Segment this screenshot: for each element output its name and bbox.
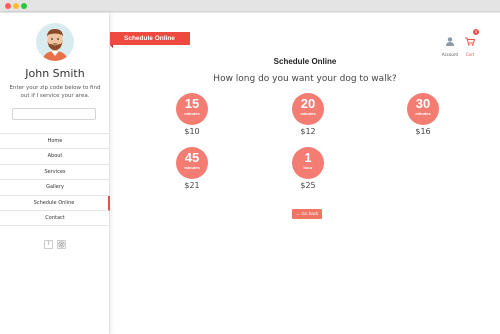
sidebar-nav: Home About Services Gallery Schedule Onl…	[0, 133, 110, 227]
duration-price: $16	[415, 127, 431, 136]
sidebar-item-services[interactable]: Services	[0, 165, 110, 181]
maximize-window-button[interactable]	[21, 3, 27, 9]
cart-button[interactable]: 0 Cart	[460, 29, 480, 57]
go-back-button[interactable]: ← Go back	[292, 209, 322, 219]
duration-unit: hour	[303, 165, 313, 170]
page-window: John Smith Enter your zip code below to …	[0, 13, 500, 334]
duration-amount: 20	[300, 96, 316, 111]
user-name: John Smith	[25, 67, 85, 80]
sidebar-item-schedule-online[interactable]: Schedule Online	[0, 195, 110, 211]
minimize-window-button[interactable]	[13, 3, 19, 9]
duration-amount: 15	[184, 96, 200, 111]
duration-amount: 45	[184, 150, 200, 165]
page-ribbon: Schedule Online	[110, 32, 190, 48]
duration-amount: 30	[415, 96, 431, 111]
sidebar-item-contact[interactable]: Contact	[0, 211, 110, 227]
cart-count-badge: 0	[473, 29, 479, 35]
duration-option-15-minutes[interactable]: 15 minutes $10	[172, 93, 212, 136]
duration-option-30-minutes[interactable]: 30 minutes $16	[403, 93, 443, 136]
duration-circle: 20 minutes	[292, 93, 324, 125]
page-title: Schedule Online	[273, 57, 337, 66]
duration-unit: minutes	[300, 111, 316, 116]
zip-code-input[interactable]	[12, 108, 96, 120]
duration-unit: minutes	[184, 111, 200, 116]
sidebar-item-home[interactable]: Home	[0, 134, 110, 150]
cart-icon	[465, 37, 476, 46]
duration-price: $12	[300, 127, 316, 136]
sidebar: John Smith Enter your zip code below to …	[0, 13, 110, 334]
account-button[interactable]: Account	[440, 33, 460, 57]
duration-unit: minutes	[184, 165, 200, 170]
instagram-icon[interactable]	[57, 240, 66, 249]
duration-circle: 30 minutes	[407, 93, 439, 125]
avatar	[36, 23, 74, 61]
duration-circle: 1 hour	[292, 147, 324, 179]
window-titlebar	[0, 0, 500, 12]
facebook-icon[interactable]: f	[44, 240, 53, 249]
walk-duration-question: How long do you want your dog to walk?	[213, 74, 397, 84]
duration-option-1-hour[interactable]: 1 hour $25	[288, 147, 328, 190]
profile-illustration-icon	[42, 29, 68, 61]
duration-option-20-minutes[interactable]: 20 minutes $12	[288, 93, 328, 136]
user-icon	[446, 37, 454, 46]
duration-price: $25	[300, 181, 316, 190]
duration-price: $21	[184, 181, 200, 190]
duration-option-45-minutes[interactable]: 45 minutes $21	[172, 147, 212, 190]
duration-unit: minutes	[415, 111, 431, 116]
sidebar-item-about[interactable]: About	[0, 149, 110, 165]
zip-code-prompt: Enter your zip code below to find out if…	[9, 85, 101, 99]
duration-circle: 45 minutes	[176, 147, 208, 179]
duration-price: $10	[184, 127, 200, 136]
sidebar-item-gallery[interactable]: Gallery	[0, 180, 110, 196]
duration-amount: 1	[304, 150, 312, 165]
close-window-button[interactable]	[5, 3, 11, 9]
duration-circle: 15 minutes	[176, 93, 208, 125]
